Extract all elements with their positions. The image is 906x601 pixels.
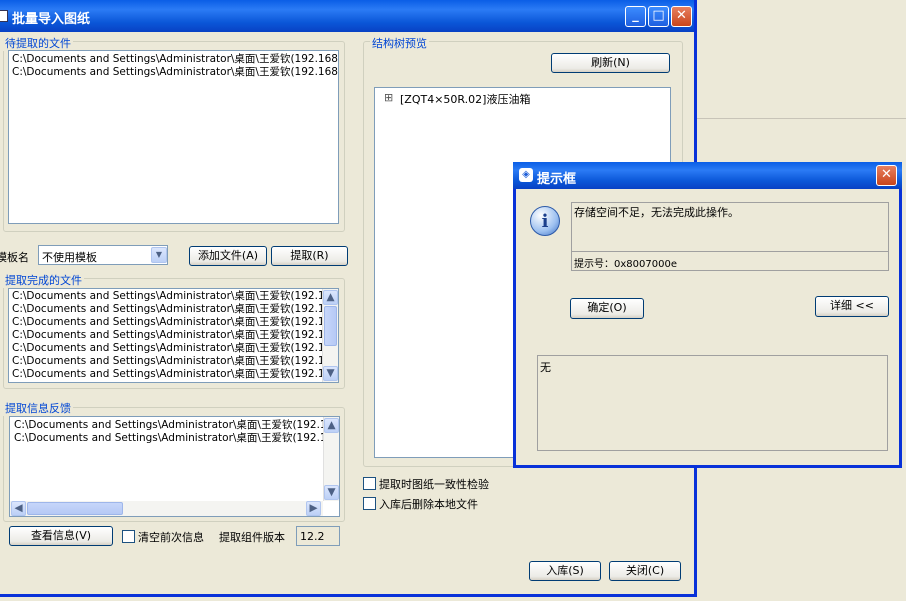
list-item[interactable]: C:\Documents and Settings\Administrator\… bbox=[12, 53, 338, 66]
window-title: 批量导入图纸 bbox=[12, 12, 91, 27]
feedback-list[interactable]: C:\Documents and Settings\Administrator\… bbox=[9, 416, 340, 517]
done-files-list[interactable]: C:\Documents and Settings\Administrator\… bbox=[8, 288, 339, 383]
pending-files-label: 待提取的文件 bbox=[3, 35, 73, 51]
version-label: 提取组件版本 bbox=[219, 531, 285, 544]
template-select[interactable]: 不使用模板 ▼ bbox=[38, 245, 168, 265]
view-info-button[interactable]: 查看信息(V) bbox=[9, 526, 113, 546]
title-bar: 批量导入图纸 _ □ ✕ bbox=[0, 0, 694, 32]
close-button[interactable]: 关闭(C) bbox=[609, 561, 681, 581]
detail-box: 无 bbox=[537, 355, 888, 451]
add-file-button[interactable]: 添加文件(A) bbox=[189, 246, 267, 266]
feedback-hscrollbar[interactable]: ◀ ▶ bbox=[10, 501, 323, 516]
list-item: C:\Documents and Settings\Administrator\… bbox=[14, 432, 334, 444]
message-text: 存储空间不足，无法完成此操作。 bbox=[574, 206, 739, 219]
list-item[interactable]: C:\Documents and Settings\Administrator\… bbox=[12, 290, 338, 303]
store-button[interactable]: 入库(S) bbox=[529, 561, 601, 581]
extract-button[interactable]: 提取(R) bbox=[271, 246, 348, 266]
maximize-button[interactable]: □ bbox=[648, 6, 669, 27]
template-label: 模板名 bbox=[0, 251, 29, 264]
dialog-app-icon: ◈ bbox=[519, 168, 533, 182]
close-window-button[interactable]: ✕ bbox=[671, 6, 692, 27]
done-files-scrollbar[interactable]: ▲ ▼ bbox=[322, 289, 338, 382]
delete-local-label: 入库后删除本地文件 bbox=[379, 498, 478, 511]
ok-button[interactable]: 确定(O) bbox=[570, 298, 644, 319]
alert-dialog: ◈ 提示框 ✕ i 存储空间不足，无法完成此操作。 提示号：0x8007000e… bbox=[513, 162, 902, 468]
scroll-up-icon[interactable]: ▲ bbox=[323, 290, 338, 305]
code-box: 提示号：0x8007000e bbox=[571, 251, 889, 271]
scroll-up-icon[interactable]: ▲ bbox=[324, 418, 339, 433]
scroll-down-icon[interactable]: ▼ bbox=[324, 485, 339, 500]
list-item[interactable]: C:\Documents and Settings\Administrator\… bbox=[12, 316, 338, 329]
scroll-left-icon[interactable]: ◀ bbox=[11, 501, 26, 516]
tree-node[interactable]: [ZQT4×50R.02]液压油箱 bbox=[400, 91, 530, 107]
consistency-label: 提取时图纸一致性检验 bbox=[379, 478, 489, 491]
dialog-close-button[interactable]: ✕ bbox=[876, 165, 897, 186]
version-field: 12.2 bbox=[296, 526, 340, 546]
feedback-vscrollbar[interactable]: ▲ ▼ bbox=[323, 417, 339, 501]
scroll-thumb[interactable] bbox=[324, 306, 337, 346]
message-box: 存储空间不足，无法完成此操作。 bbox=[571, 202, 889, 252]
consistency-checkbox[interactable] bbox=[363, 477, 376, 490]
minimize-button[interactable]: _ bbox=[625, 6, 646, 27]
list-item: C:\Documents and Settings\Administrator\… bbox=[14, 419, 334, 431]
tree-group-label: 结构树预览 bbox=[370, 35, 429, 51]
code-text: 提示号：0x8007000e bbox=[574, 259, 677, 270]
pending-files-list[interactable]: C:\Documents and Settings\Administrator\… bbox=[8, 50, 339, 224]
done-files-label: 提取完成的文件 bbox=[3, 272, 84, 288]
app-icon bbox=[0, 10, 8, 22]
dialog-title: 提示框 bbox=[537, 172, 577, 187]
feedback-label: 提取信息反馈 bbox=[3, 400, 73, 416]
version-value: 12.2 bbox=[300, 530, 325, 543]
list-item[interactable]: C:\Documents and Settings\Administrator\… bbox=[12, 303, 338, 316]
refresh-button[interactable]: 刷新(N) bbox=[551, 53, 670, 73]
clear-prev-checkbox[interactable] bbox=[122, 530, 135, 543]
dialog-title-bar: ◈ 提示框 ✕ bbox=[513, 162, 902, 189]
list-item[interactable]: C:\Documents and Settings\Administrator\… bbox=[12, 66, 338, 79]
detail-text: 无 bbox=[540, 361, 551, 374]
list-item[interactable]: C:\Documents and Settings\Administrator\… bbox=[12, 355, 338, 368]
expand-icon[interactable]: ⊞ bbox=[384, 91, 393, 104]
list-item[interactable]: C:\Documents and Settings\Administrator\… bbox=[12, 342, 338, 355]
chevron-down-icon[interactable]: ▼ bbox=[151, 247, 167, 263]
list-item[interactable]: C:\Documents and Settings\Administrator\… bbox=[12, 368, 338, 381]
detail-button[interactable]: 详细 << bbox=[815, 296, 889, 317]
list-item[interactable]: C:\Documents and Settings\Administrator\… bbox=[12, 329, 338, 342]
info-icon: i bbox=[530, 206, 560, 236]
hscroll-thumb[interactable] bbox=[27, 502, 123, 515]
scroll-down-icon[interactable]: ▼ bbox=[323, 366, 338, 381]
scroll-right-icon[interactable]: ▶ bbox=[306, 501, 321, 516]
template-select-value: 不使用模板 bbox=[42, 251, 97, 264]
delete-local-checkbox[interactable] bbox=[363, 497, 376, 510]
clear-prev-label: 清空前次信息 bbox=[138, 531, 204, 544]
